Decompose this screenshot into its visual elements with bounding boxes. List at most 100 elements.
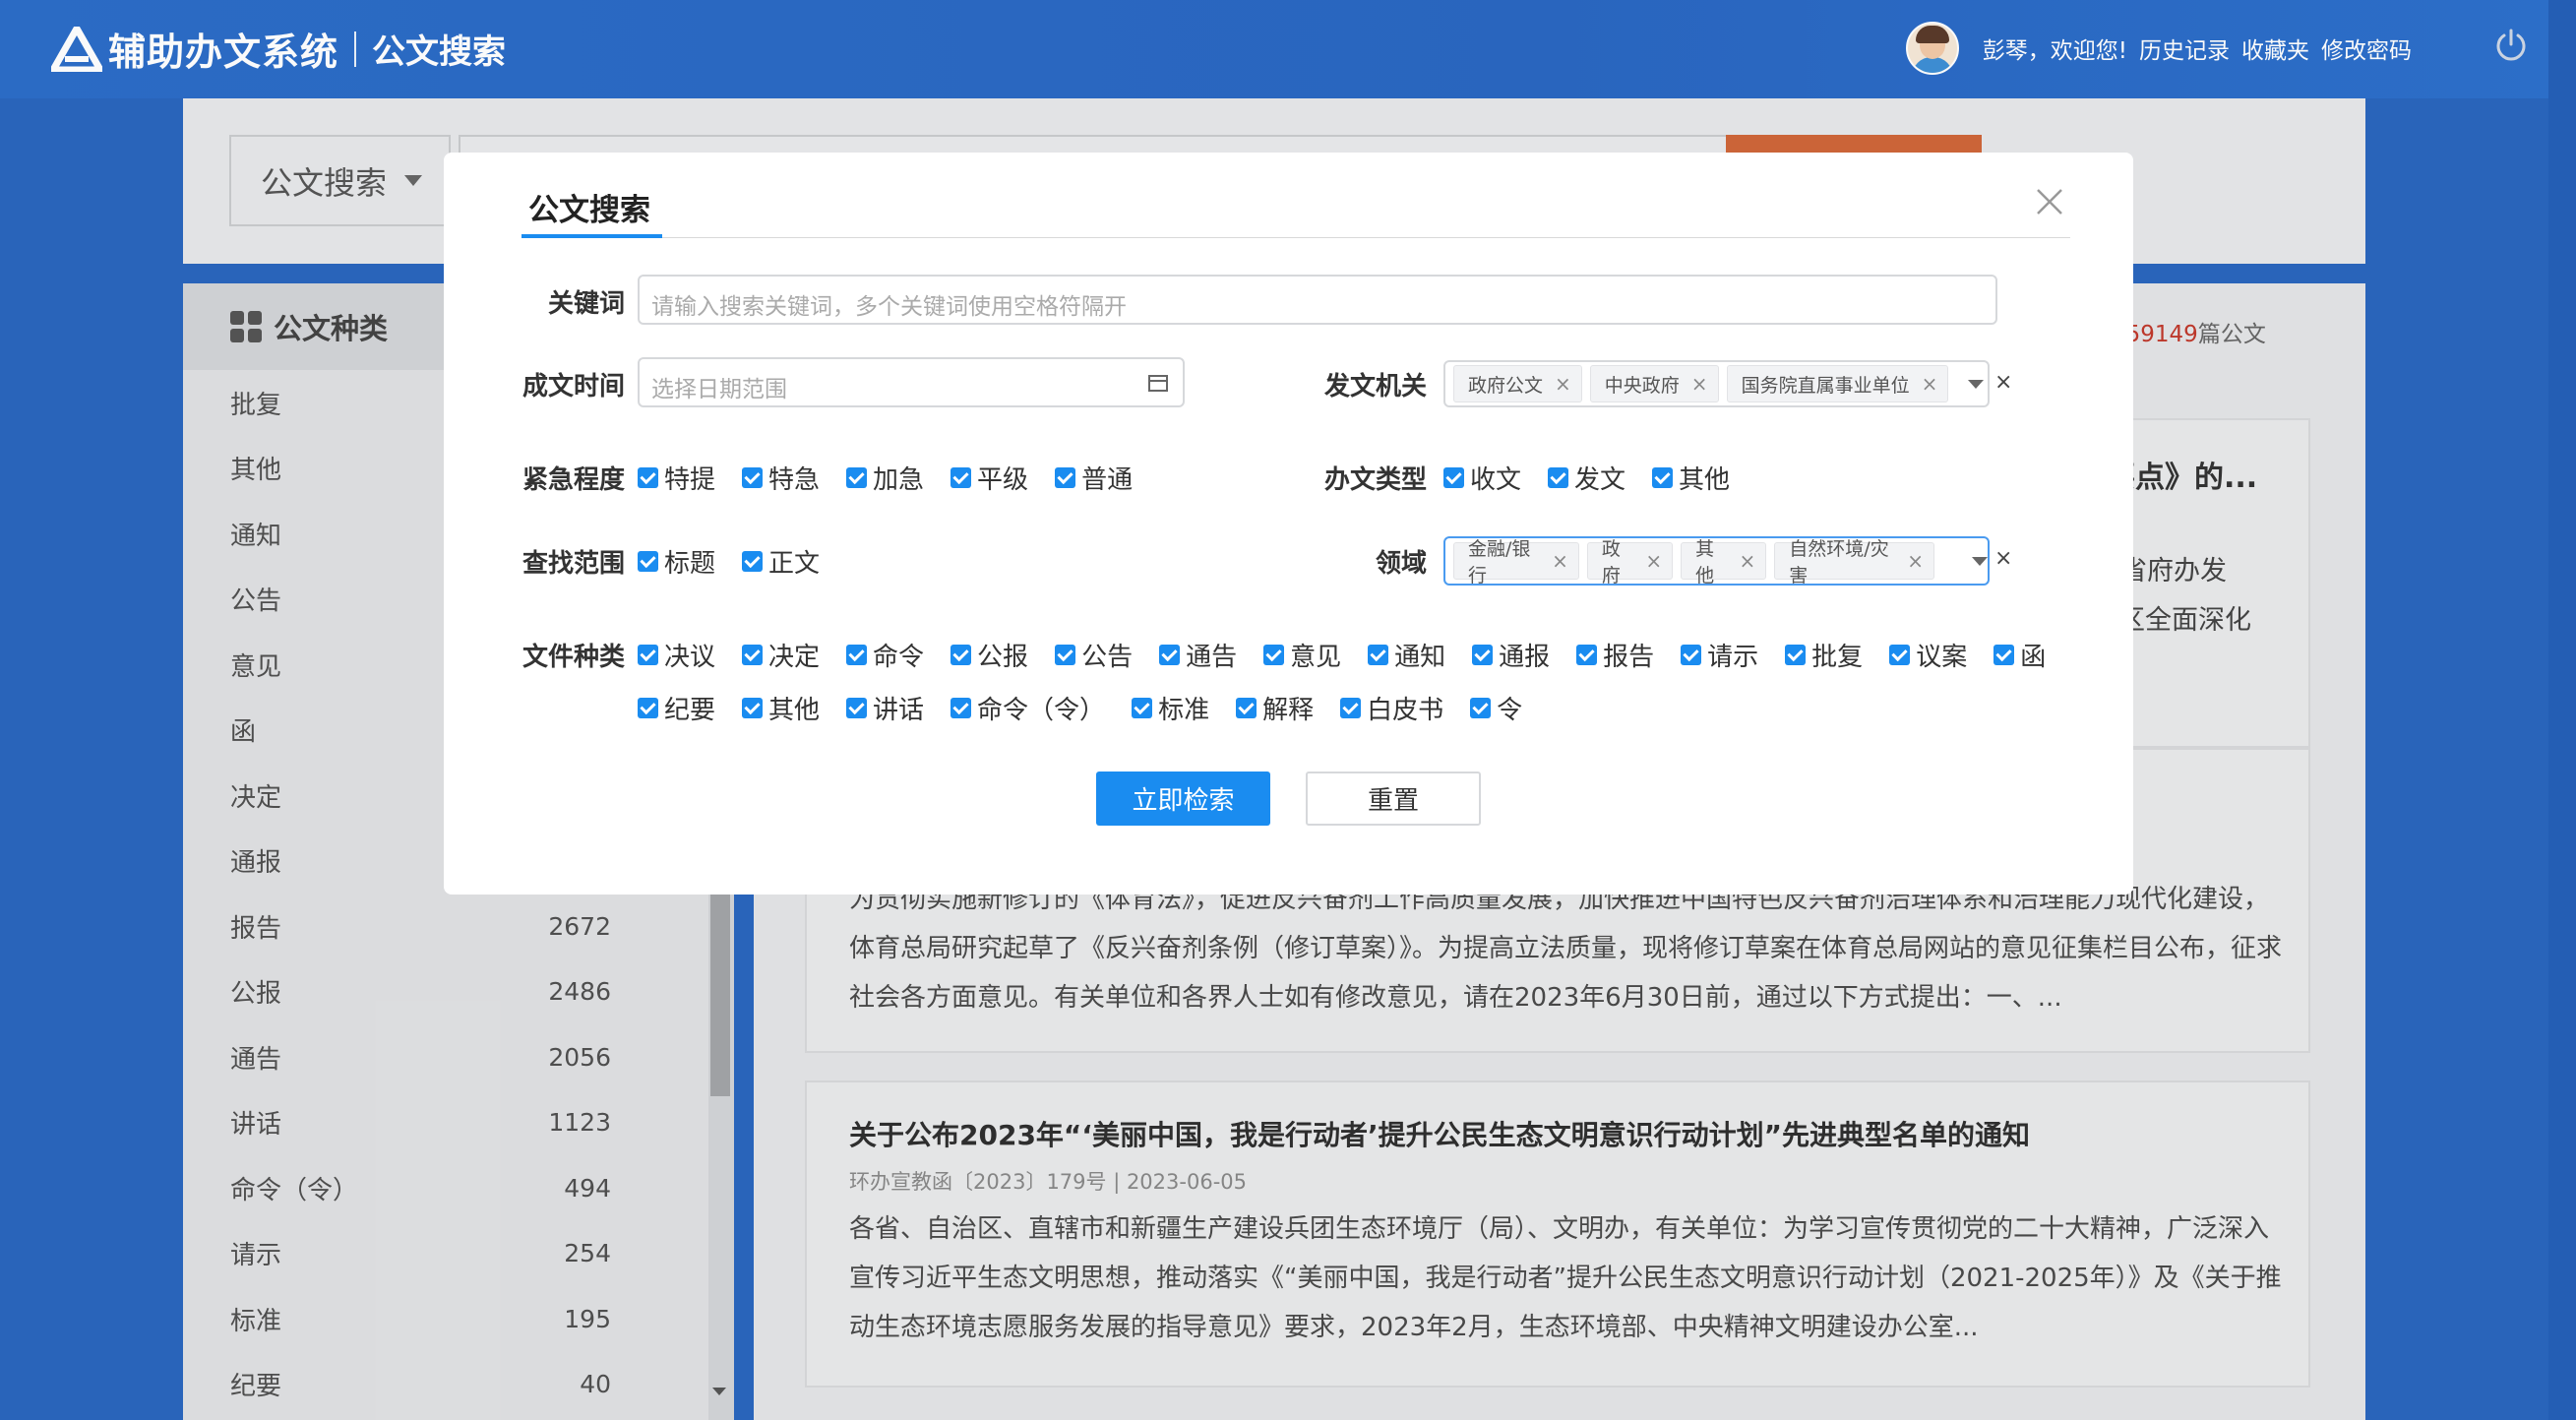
sidebar-item[interactable]: 通告 2056 (183, 1024, 685, 1090)
doc-type-checkbox[interactable]: 函 (1993, 637, 2046, 673)
issuer-tag[interactable]: 政府公文 × (1453, 365, 1582, 402)
search-now-button[interactable]: 立即检索 (1096, 772, 1270, 826)
sidebar-item[interactable]: 公报 2486 (183, 959, 685, 1025)
tag-close-icon[interactable]: × (1645, 549, 1662, 573)
checkbox-checked-icon[interactable] (1576, 645, 1598, 665)
checkbox-checked-icon[interactable] (1055, 645, 1076, 665)
checkbox-checked-icon[interactable] (1340, 698, 1362, 718)
checkbox-checked-icon[interactable] (1132, 698, 1153, 718)
scroll-down-icon[interactable] (712, 1388, 726, 1395)
doc-type-checkbox[interactable]: 议案 (1889, 637, 1967, 673)
doc-type-checkbox[interactable]: 决定 (742, 637, 820, 673)
clear-domain-icon[interactable]: × (1994, 546, 2012, 571)
history-link[interactable]: 历史记录 (2139, 31, 2230, 65)
change-password-link[interactable]: 修改密码 (2321, 31, 2412, 65)
doc-type-checkbox[interactable]: 通告 (1159, 637, 1237, 673)
tag-close-icon[interactable]: × (1907, 549, 1924, 573)
doc-type-checkbox[interactable]: 请示 (1681, 637, 1758, 673)
tag-close-icon[interactable]: × (1555, 372, 1571, 396)
doc-type-checkbox[interactable]: 批复 (1785, 637, 1863, 673)
office-type-checkbox[interactable]: 其他 (1652, 460, 1730, 496)
domain-select[interactable]: 金融/银行 × 政府 × 其他 × 自然环境/灾害 × (1443, 536, 1990, 587)
checkbox-checked-icon[interactable] (846, 645, 868, 665)
sidebar-item[interactable]: 讲话 1123 (183, 1090, 685, 1156)
sidebar-item[interactable]: 报告 2672 (183, 894, 685, 959)
domain-tag[interactable]: 金融/银行 × (1453, 538, 1579, 587)
doc-type-checkbox[interactable]: 令 (1470, 690, 1522, 726)
checkbox-checked-icon[interactable] (638, 551, 658, 572)
domain-tag[interactable]: 自然环境/灾害 × (1774, 538, 1934, 587)
sidebar-item[interactable]: 标准 195 (183, 1286, 685, 1352)
checkbox-checked-icon[interactable] (742, 698, 764, 718)
result-title[interactable]: 关于公布2023年“‘美丽中国，我是行动者’提升公民生态文明意识行动计划”先进典… (849, 1114, 2030, 1153)
checkbox-checked-icon[interactable] (1470, 698, 1492, 718)
close-icon[interactable] (2035, 187, 2064, 216)
sidebar-item[interactable]: 纪要 40 (183, 1352, 685, 1418)
issuer-tag[interactable]: 国务院直属事业单位 × (1726, 365, 1949, 402)
favorites-link[interactable]: 收藏夹 (2241, 31, 2309, 65)
clear-issuer-icon[interactable]: × (1994, 370, 2012, 395)
avatar[interactable] (1905, 22, 1959, 75)
checkbox-checked-icon[interactable] (742, 467, 764, 488)
issuer-tag[interactable]: 中央政府 × (1589, 365, 1719, 402)
checkbox-checked-icon[interactable] (951, 645, 972, 665)
checkbox-checked-icon[interactable] (1368, 645, 1389, 665)
scope-checkbox[interactable]: 标题 (638, 543, 715, 580)
doc-type-checkbox[interactable]: 通报 (1472, 637, 1550, 673)
tag-close-icon[interactable]: × (1691, 372, 1708, 396)
doc-type-checkbox[interactable]: 命令 (846, 637, 924, 673)
checkbox-checked-icon[interactable] (1652, 467, 1674, 488)
search-type-select[interactable]: 公文搜索 (229, 135, 451, 226)
tag-close-icon[interactable]: × (1922, 372, 1938, 396)
doc-type-checkbox[interactable]: 决议 (638, 637, 715, 673)
sidebar-item[interactable]: 请示 254 (183, 1221, 685, 1287)
office-type-checkbox[interactable]: 收文 (1443, 460, 1521, 496)
checkbox-checked-icon[interactable] (1443, 467, 1464, 488)
chevron-down-icon[interactable] (1968, 379, 1985, 389)
doc-type-checkbox[interactable]: 其他 (742, 690, 820, 726)
sidebar-item[interactable]: 命令（令） 494 (183, 1155, 685, 1221)
checkbox-checked-icon[interactable] (1889, 645, 1911, 665)
doc-type-checkbox[interactable]: 纪要 (638, 690, 715, 726)
doc-type-checkbox[interactable]: 讲话 (846, 690, 924, 726)
date-range-input[interactable]: 选择日期范围 (638, 357, 1185, 407)
checkbox-checked-icon[interactable] (638, 698, 658, 718)
checkbox-checked-icon[interactable] (951, 467, 972, 488)
urgency-checkbox[interactable]: 加急 (846, 460, 924, 496)
tag-close-icon[interactable]: × (1552, 549, 1568, 573)
doc-type-checkbox[interactable]: 解释 (1236, 690, 1314, 726)
scope-checkbox[interactable]: 正文 (742, 543, 820, 580)
doc-type-checkbox[interactable]: 公报 (951, 637, 1028, 673)
checkbox-checked-icon[interactable] (742, 551, 764, 572)
issuer-select[interactable]: 政府公文 × 中央政府 × 国务院直属事业单位 × (1443, 360, 1990, 407)
doc-type-checkbox[interactable]: 命令（令） (951, 690, 1105, 726)
checkbox-checked-icon[interactable] (846, 467, 868, 488)
urgency-checkbox[interactable]: 特急 (742, 460, 820, 496)
checkbox-checked-icon[interactable] (1548, 467, 1569, 488)
urgency-checkbox[interactable]: 普通 (1055, 460, 1133, 496)
keyword-input[interactable]: 请输入搜索关键词，多个关键词使用空格符隔开 (638, 275, 1997, 325)
checkbox-checked-icon[interactable] (1159, 645, 1181, 665)
checkbox-checked-icon[interactable] (638, 467, 658, 488)
checkbox-checked-icon[interactable] (1785, 645, 1807, 665)
power-icon[interactable] (2493, 28, 2529, 63)
checkbox-checked-icon[interactable] (742, 645, 764, 665)
checkbox-checked-icon[interactable] (638, 645, 658, 665)
checkbox-checked-icon[interactable] (1055, 467, 1076, 488)
domain-tag[interactable]: 政府 × (1586, 538, 1674, 587)
doc-type-checkbox[interactable]: 通知 (1368, 637, 1445, 673)
checkbox-checked-icon[interactable] (1236, 698, 1257, 718)
checkbox-checked-icon[interactable] (1993, 645, 2015, 665)
doc-type-checkbox[interactable]: 白皮书 (1340, 690, 1443, 726)
office-type-checkbox[interactable]: 发文 (1548, 460, 1625, 496)
checkbox-checked-icon[interactable] (951, 698, 972, 718)
checkbox-checked-icon[interactable] (846, 698, 868, 718)
chevron-down-icon[interactable] (1972, 556, 1988, 566)
checkbox-checked-icon[interactable] (1681, 645, 1702, 665)
checkbox-checked-icon[interactable] (1263, 645, 1285, 665)
urgency-checkbox[interactable]: 特提 (638, 460, 715, 496)
urgency-checkbox[interactable]: 平级 (951, 460, 1028, 496)
doc-type-checkbox[interactable]: 标准 (1132, 690, 1209, 726)
calendar-icon[interactable] (1147, 372, 1169, 394)
checkbox-checked-icon[interactable] (1472, 645, 1494, 665)
